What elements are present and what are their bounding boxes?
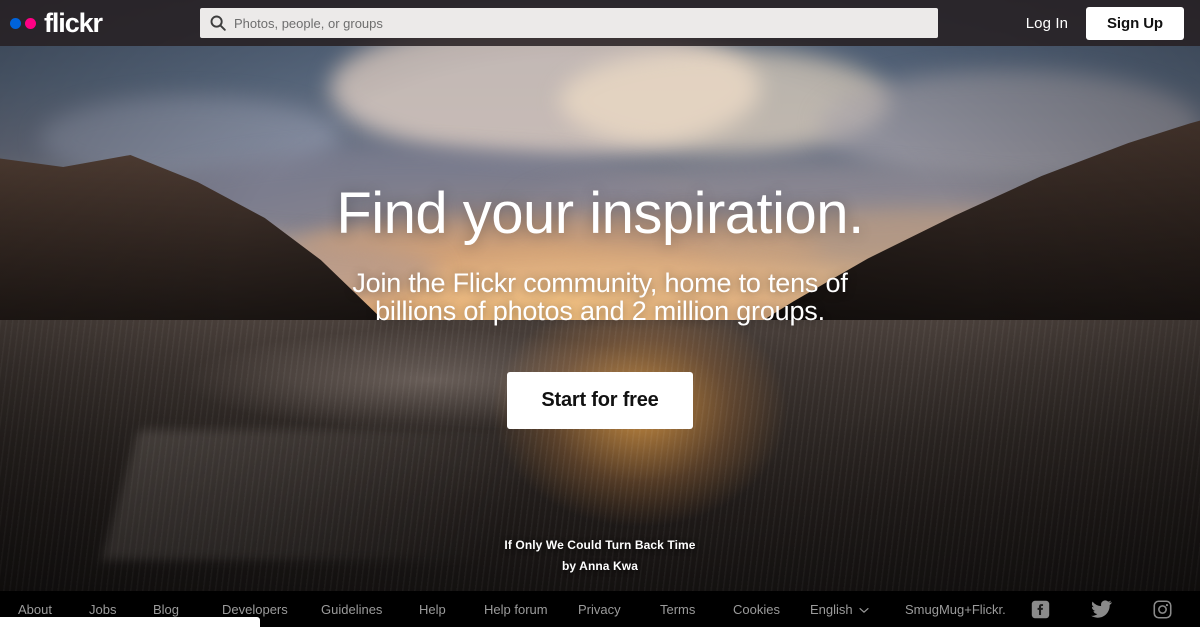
logo-dot-blue-icon bbox=[10, 17, 21, 29]
flickr-landing-page: flickr Log In Sign Up Find your inspirat… bbox=[0, 0, 1200, 627]
search-input[interactable] bbox=[234, 15, 938, 31]
photo-credit: by Anna Kwa bbox=[561, 559, 638, 573]
log-in-link[interactable]: Log In bbox=[1026, 15, 1068, 32]
site-header: flickr Log In Sign Up bbox=[0, 0, 1200, 46]
footer-link-privacy[interactable]: Privacy bbox=[578, 602, 621, 617]
footer-link-blog[interactable]: Blog bbox=[153, 602, 179, 617]
sign-up-button[interactable]: Sign Up bbox=[1086, 6, 1184, 40]
instagram-icon[interactable] bbox=[1153, 599, 1172, 619]
photo-title: If Only We Could Turn Back Time bbox=[504, 538, 696, 552]
footer-link-terms[interactable]: Terms bbox=[660, 602, 695, 617]
header-actions: Log In Sign Up bbox=[1026, 0, 1184, 46]
twitter-icon[interactable] bbox=[1091, 599, 1112, 619]
footer-link-jobs[interactable]: Jobs bbox=[89, 602, 116, 617]
start-for-free-button[interactable]: Start for free bbox=[507, 371, 693, 429]
photo-attribution: If Only We Could Turn Back Time by Anna … bbox=[0, 538, 1200, 573]
logo-wordmark: flickr bbox=[44, 7, 103, 38]
footer-link-guidelines[interactable]: Guidelines bbox=[321, 602, 382, 617]
footer-link-cookies[interactable]: Cookies bbox=[733, 602, 780, 617]
footer-link-developers[interactable]: Developers bbox=[222, 602, 288, 617]
footer-link-help-forum[interactable]: Help forum bbox=[484, 602, 548, 617]
social-links bbox=[1031, 599, 1172, 619]
chevron-down-icon bbox=[859, 602, 869, 617]
footer-link-about[interactable]: About bbox=[18, 602, 52, 617]
footer-link-help[interactable]: Help bbox=[419, 602, 446, 617]
hero-content: Find your inspiration. Join the Flickr c… bbox=[0, 0, 1200, 591]
language-selector[interactable]: English bbox=[810, 602, 869, 617]
browser-download-strip bbox=[0, 617, 260, 627]
search-icon bbox=[210, 15, 226, 31]
language-label: English bbox=[810, 601, 853, 617]
facebook-icon[interactable] bbox=[1031, 600, 1050, 619]
smugmug-flickr-link[interactable]: SmugMug+Flickr. bbox=[905, 602, 1006, 617]
search-bar[interactable] bbox=[200, 8, 938, 38]
flickr-logo[interactable]: flickr bbox=[10, 7, 103, 38]
hero-headline: Find your inspiration. bbox=[336, 181, 864, 246]
logo-dot-pink-icon bbox=[25, 17, 36, 29]
hero-subheadline: Join the Flickr community, home to tens … bbox=[352, 268, 848, 327]
